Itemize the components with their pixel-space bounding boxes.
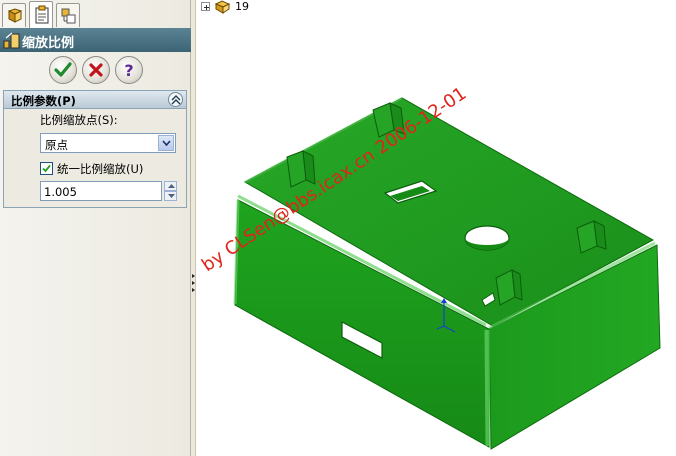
property-manager-pane: 缩放比例 ? 比例参数(P) 比例缩放点(S): 原点 统一比例缩放(U) 1.… xyxy=(0,0,191,456)
scale-factor-input[interactable]: 1.005 xyxy=(40,181,162,201)
configuration-manager-tab[interactable] xyxy=(56,3,80,27)
watermark-text: by CLSen@bbs.icax.cn 2006-12-01 xyxy=(198,83,470,276)
graphics-viewport[interactable]: 19 by CLSen@bbs.icax.cn 2006-12-01 xyxy=(197,0,676,456)
double-chevron-up-icon xyxy=(171,95,181,105)
help-question-icon: ? xyxy=(124,61,133,80)
scale-about-label: 比例缩放点(S): xyxy=(40,113,118,127)
splitter-grip-icon xyxy=(192,274,195,292)
collapse-button[interactable] xyxy=(168,92,183,107)
checkmark-icon xyxy=(42,164,51,173)
group-header[interactable]: 比例参数(P) xyxy=(4,91,186,109)
feature-title-bar: 缩放比例 xyxy=(0,28,191,52)
spin-down-button[interactable] xyxy=(164,191,177,201)
spin-up-button[interactable] xyxy=(164,181,177,191)
ok-check-icon xyxy=(54,62,72,77)
scale-feature-icon xyxy=(3,32,20,49)
dropdown-arrow-button[interactable] xyxy=(158,135,174,151)
feature-manager-icon xyxy=(7,8,23,23)
configuration-manager-icon xyxy=(61,8,76,24)
help-button[interactable]: ? xyxy=(115,56,143,84)
cancel-x-icon xyxy=(89,63,103,77)
svg-text:?: ? xyxy=(124,61,133,80)
property-manager-icon xyxy=(35,5,49,24)
feature-title: 缩放比例 xyxy=(22,36,75,51)
scale-parameters-group: 比例参数(P) 比例缩放点(S): 原点 统一比例缩放(U) 1.005 xyxy=(3,90,187,208)
uniform-scale-label[interactable]: 统一比例缩放(U) xyxy=(57,161,143,177)
scale-factor-value: 1.005 xyxy=(44,185,77,199)
scale-about-value: 原点 xyxy=(45,138,68,152)
action-buttons: ? xyxy=(0,56,191,84)
scale-about-dropdown[interactable]: 原点 xyxy=(40,133,176,153)
spin-down-icon xyxy=(168,194,175,198)
chevron-down-icon xyxy=(162,140,171,146)
property-manager-tab[interactable] xyxy=(29,1,53,28)
uniform-scale-checkbox[interactable] xyxy=(40,162,53,175)
watermark: by CLSen@bbs.icax.cn 2006-12-01 xyxy=(198,83,470,276)
manager-tabs xyxy=(0,0,191,28)
feature-manager-tab[interactable] xyxy=(2,3,26,27)
scale-factor-spinner[interactable] xyxy=(164,181,177,201)
group-title: 比例参数(P) xyxy=(11,94,76,108)
ok-button[interactable] xyxy=(49,56,77,84)
pane-splitter[interactable] xyxy=(191,0,196,456)
cancel-button[interactable] xyxy=(82,56,110,84)
spin-up-icon xyxy=(168,184,175,188)
